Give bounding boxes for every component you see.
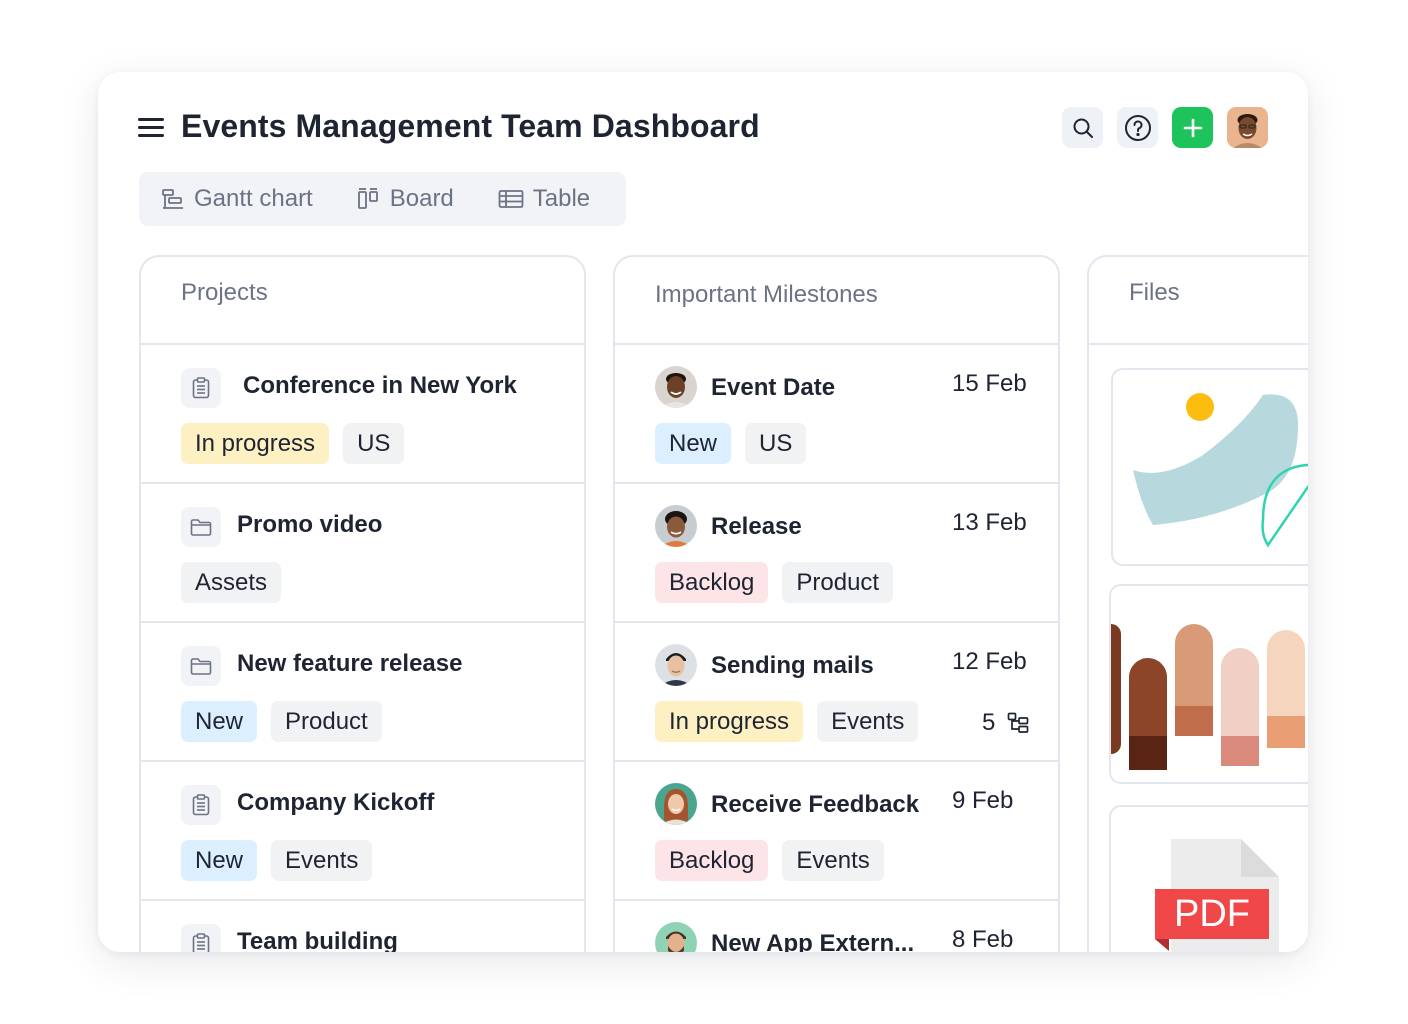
category-tag: US (343, 423, 405, 464)
avatar (655, 505, 697, 547)
milestone-title: New App Extern... (711, 930, 915, 952)
status-tag: In progress (655, 701, 804, 742)
category-tag: US (745, 423, 807, 464)
clipboard-icon (181, 924, 221, 952)
avatar (655, 922, 697, 952)
pdf-badge-label: PDF (1174, 893, 1250, 935)
project-title: Company Kickoff (237, 789, 435, 816)
project-row[interactable]: Conference in New York In progress US (141, 345, 584, 484)
tab-table-label: Table (532, 185, 591, 212)
menu-icon[interactable] (138, 118, 164, 138)
milestone-title: Receive Feedback (711, 791, 920, 818)
clipboard-icon (181, 785, 221, 825)
milestones-heading: Important Milestones (615, 257, 1058, 345)
milestone-row[interactable]: Sending mails 12 Feb In progress Events … (615, 623, 1058, 762)
subtask-count[interactable]: 5 (982, 709, 1029, 737)
project-row[interactable]: Promo video Assets (141, 484, 584, 623)
top-actions (1062, 107, 1268, 148)
project-row[interactable]: Company Kickoff New Events (141, 762, 584, 901)
category-tag: Events (782, 840, 884, 881)
tab-gantt-chart-label: Gantt chart (194, 185, 313, 212)
gantt-icon (162, 189, 183, 209)
avatar (655, 644, 697, 686)
milestone-title: Sending mails (711, 652, 874, 679)
avatar (655, 366, 697, 408)
projects-heading: Projects (141, 257, 584, 345)
folder-icon (181, 646, 221, 686)
milestone-title: Event Date (711, 374, 836, 401)
dashboard-window: Events Management Team Dashboard Gantt c… (98, 72, 1308, 952)
tab-table[interactable]: Table (498, 185, 590, 213)
milestone-title: Release (711, 513, 802, 540)
view-tabs: Gantt chart Board Table (139, 172, 626, 226)
status-tag: New (181, 840, 258, 881)
milestone-row[interactable]: Event Date 15 Feb New US (615, 345, 1058, 484)
help-icon (1124, 114, 1151, 141)
file-illustration-card[interactable] (1111, 368, 1308, 566)
tab-board[interactable]: Board (357, 185, 454, 213)
category-tag: Product (271, 701, 382, 742)
file-palette-card[interactable] (1109, 584, 1308, 784)
status-tag: New (655, 423, 732, 464)
tab-gantt-chart[interactable]: Gantt chart (161, 185, 313, 213)
add-button[interactable] (1172, 107, 1213, 148)
subtasks-icon (1008, 712, 1029, 733)
category-tag: Events (817, 701, 919, 742)
category-tag: Product (782, 562, 894, 603)
status-tag: Backlog (655, 840, 769, 881)
clipboard-icon (181, 368, 221, 408)
page-title: Events Management Team Dashboard (181, 108, 760, 144)
project-row[interactable]: New feature release New Product (141, 623, 584, 762)
milestone-row[interactable]: Release 13 Feb Backlog Product (615, 484, 1058, 623)
user-avatar[interactable] (1227, 107, 1268, 148)
search-button[interactable] (1062, 107, 1103, 148)
projects-panel: Projects Conference in New York In progr… (139, 255, 586, 952)
milestone-date: 8 Feb (952, 926, 1014, 952)
files-heading: Files (1089, 257, 1308, 345)
illustration-thumbnail (1133, 393, 1308, 548)
subtask-count-value: 5 (982, 709, 996, 736)
plus-icon (1183, 118, 1202, 137)
milestone-row[interactable]: New App Extern... 8 Feb (615, 901, 1058, 952)
file-pdf-card[interactable]: PDF (1109, 805, 1308, 952)
milestone-date: 12 Feb (952, 648, 1027, 675)
tab-board-label: Board (389, 185, 454, 212)
milestones-panel: Important Milestones Event Date 15 Feb N… (613, 255, 1060, 952)
project-title: Team building (237, 928, 398, 952)
board-icon (357, 188, 378, 209)
category-tag: Events (271, 840, 373, 881)
files-panel: Files PDF (1087, 255, 1308, 952)
help-button[interactable] (1117, 107, 1158, 148)
status-tag: New (181, 701, 258, 742)
status-tag: In progress (181, 423, 330, 464)
search-icon (1073, 118, 1093, 138)
folder-icon (181, 507, 221, 547)
color-palette-thumbnail (1111, 624, 1305, 770)
avatar (655, 783, 697, 825)
status-tag: Backlog (655, 562, 769, 603)
project-title: Promo video (237, 511, 383, 538)
milestone-date: 9 Feb (952, 787, 1014, 814)
category-tag: Assets (181, 562, 282, 603)
milestone-row[interactable]: Receive Feedback 9 Feb Backlog Events (615, 762, 1058, 901)
project-title: New feature release (237, 650, 463, 677)
project-row[interactable]: Team building (141, 901, 584, 952)
project-title: Conference in New York (243, 372, 517, 399)
table-icon (498, 190, 524, 208)
milestone-date: 15 Feb (952, 370, 1027, 397)
milestone-date: 13 Feb (952, 509, 1027, 536)
